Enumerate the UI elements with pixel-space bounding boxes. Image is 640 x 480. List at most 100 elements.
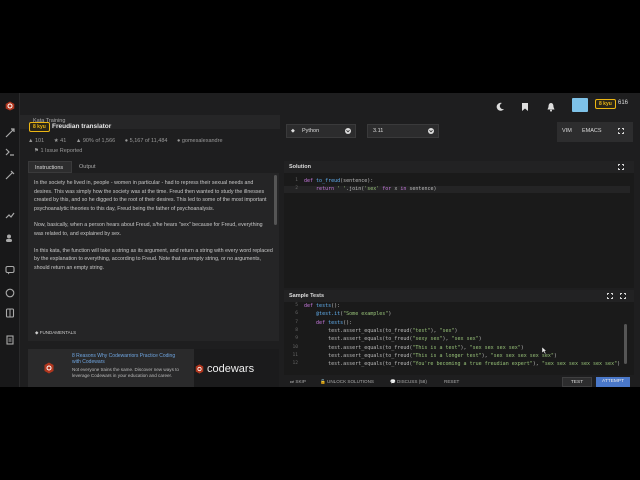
discuss-label: DISCUSS (58) (397, 379, 427, 384)
solution-title: Solution (289, 164, 311, 170)
codewars-logo-icon[interactable] (3, 99, 17, 113)
code-line: test.assert_equals(to_freud("You're beco… (304, 361, 621, 368)
vote-stat: ▲ 101 (28, 138, 45, 144)
book-icon[interactable] (3, 306, 17, 320)
unlock-solutions-button[interactable]: 🔓 UNLOCK SOLUTIONS (320, 379, 374, 385)
promo-title[interactable]: 8 Reasons Why Codewarriors Practice Codi… (72, 353, 182, 365)
fullscreen-icon[interactable] (618, 128, 624, 134)
practice-icon[interactable] (3, 145, 17, 159)
kata-title[interactable]: Freudian translator (52, 123, 111, 130)
description-scrollbar[interactable] (274, 175, 277, 225)
people-icon[interactable] (3, 231, 17, 245)
left-nav (0, 93, 20, 387)
solution-header: Solution (284, 161, 634, 173)
vim-button[interactable]: VIM (562, 128, 572, 134)
tab-instructions[interactable]: Instructions (28, 161, 72, 173)
training-icon[interactable] (3, 126, 17, 140)
user-rank-badge: 8 kyu (595, 99, 616, 109)
version-select[interactable]: 3.11 (367, 124, 439, 138)
line-number: 1 (295, 178, 298, 183)
completed-stat: ● 5,167 of 11,484 (124, 138, 168, 144)
chat-icon[interactable] (3, 263, 17, 277)
sample-tests-header: Sample Tests (284, 290, 634, 302)
expand-icon[interactable] (620, 293, 626, 299)
line-number: 6 (295, 311, 298, 317)
action-bar: ⏭ SKIP 🔓 UNLOCK SOLUTIONS 💬 DISCUSS (58)… (284, 377, 640, 387)
fullscreen-icon[interactable] (607, 293, 613, 299)
kata-rank-badge: 8 kyu (29, 122, 50, 132)
code-line: def tests(): (316, 319, 353, 326)
language-value: Python (302, 128, 320, 134)
bell-icon[interactable] (546, 99, 556, 112)
discuss-button[interactable]: 💬 DISCUSS (58) (390, 379, 427, 385)
moon-icon[interactable] (495, 99, 505, 111)
line-number: 8 (295, 327, 298, 333)
version-value: 3.11 (373, 128, 384, 134)
code-line: test.assert_equals(to_freud("sexy sex"),… (304, 336, 482, 343)
issues-text: 1 Issue Reported (40, 148, 83, 154)
chevron-down-icon (345, 128, 351, 134)
satisfaction-value: 90% of 1,566 (82, 138, 116, 144)
code-line: test.assert_equals(to_freud("This is a l… (304, 352, 557, 359)
codewars-logo-icon (44, 362, 54, 374)
code-line: test.assert_equals(to_freud("This is a t… (304, 344, 524, 351)
chevron-down-icon (428, 128, 434, 134)
kata-stats: ▲ 101 ★ 41 ▲ 90% of 1,566 ● 5,167 of 11,… (28, 138, 231, 144)
top-bar: 8 kyu 616 (20, 93, 640, 115)
sample-tests-title: Sample Tests (289, 293, 325, 299)
emacs-button[interactable]: EMACS (582, 128, 602, 134)
description-paragraph: In this kata, the function will take a s… (34, 247, 273, 271)
line-number: 2 (295, 185, 298, 191)
line-number: 10 (292, 344, 298, 350)
promo-banner[interactable]: 8 Reasons Why Codewarriors Practice Codi… (28, 349, 279, 387)
skip-label: SKIP (295, 379, 306, 384)
code-line: @test.it("Some examples") (316, 311, 392, 318)
line-number: 9 (295, 336, 298, 342)
vote-count: 101 (34, 138, 45, 144)
bookmark-icon[interactable] (520, 99, 530, 111)
line-number: 7 (295, 319, 298, 325)
code-line: def to_freud(sentence): (304, 178, 374, 184)
author-name: gomesalexandre (181, 138, 223, 144)
mouse-cursor-icon (542, 347, 547, 354)
satisfaction-stat: ▲ 90% of 1,566 (75, 138, 116, 144)
code-line: test.assert_equals(to_freud("test"), "se… (304, 327, 458, 334)
expand-icon[interactable] (618, 164, 624, 170)
avatar[interactable] (572, 98, 588, 112)
honor-count: 616 (618, 100, 629, 106)
tab-label: Instructions (35, 165, 64, 171)
star-count: 41 (60, 138, 67, 144)
code-line: def tests(): (304, 303, 341, 309)
star-stat[interactable]: ★ 41 (54, 138, 71, 144)
docs-icon[interactable] (3, 333, 17, 347)
leaderboard-icon[interactable] (3, 208, 17, 222)
chat-bubble-icon[interactable] (3, 286, 17, 300)
promo-logo-text: codewars (207, 363, 255, 375)
solution-editor[interactable]: 1 def to_freud(sentence): 2 return ' '.joi… (284, 173, 634, 288)
tag-fundamentals[interactable]: ◆ FUNDAMENTALS (35, 330, 76, 336)
kata-trainer-app: 8 kyu 616 Kata Training 8 kyu Freudian t… (0, 93, 640, 387)
skip-button[interactable]: ⏭ SKIP (290, 379, 306, 384)
sample-tests-editor[interactable]: 5 def tests(): 6 @test.it("Some examples")… (284, 302, 634, 375)
test-button[interactable]: TEST (562, 377, 592, 387)
description-paragraph: In the society he lived in, people - wom… (34, 180, 267, 212)
tab-label: Output (79, 164, 96, 170)
tab-output[interactable]: Output (73, 161, 103, 173)
tag-label: FUNDAMENTALS (39, 330, 77, 335)
promo-text: Not everyone trains the same. Discover n… (72, 367, 179, 378)
language-select[interactable]: ◆ Python (286, 124, 356, 138)
description-paragraph: Now, basically, when a person hears abou… (34, 222, 263, 237)
line-number: 11 (292, 352, 298, 358)
issues-link[interactable]: ⚑ 1 Issue Reported (34, 148, 82, 154)
line-number: 12 (292, 361, 298, 367)
codewars-logo-icon (195, 364, 204, 374)
line-number: 5 (295, 303, 298, 308)
sword-icon[interactable] (3, 168, 17, 182)
author-stat[interactable]: ● gomesalexandre (177, 138, 227, 144)
attempt-button[interactable]: ATTEMPT (596, 377, 630, 387)
code-line: return ' '.join('sex' for x in sentence) (316, 185, 437, 192)
editor-mode-group: VIM EMACS (557, 122, 633, 142)
completed-value: 5,167 of 11,484 (129, 138, 168, 144)
sample-tests-scrollbar[interactable] (624, 324, 627, 364)
reset-button[interactable]: RESET (444, 379, 459, 384)
